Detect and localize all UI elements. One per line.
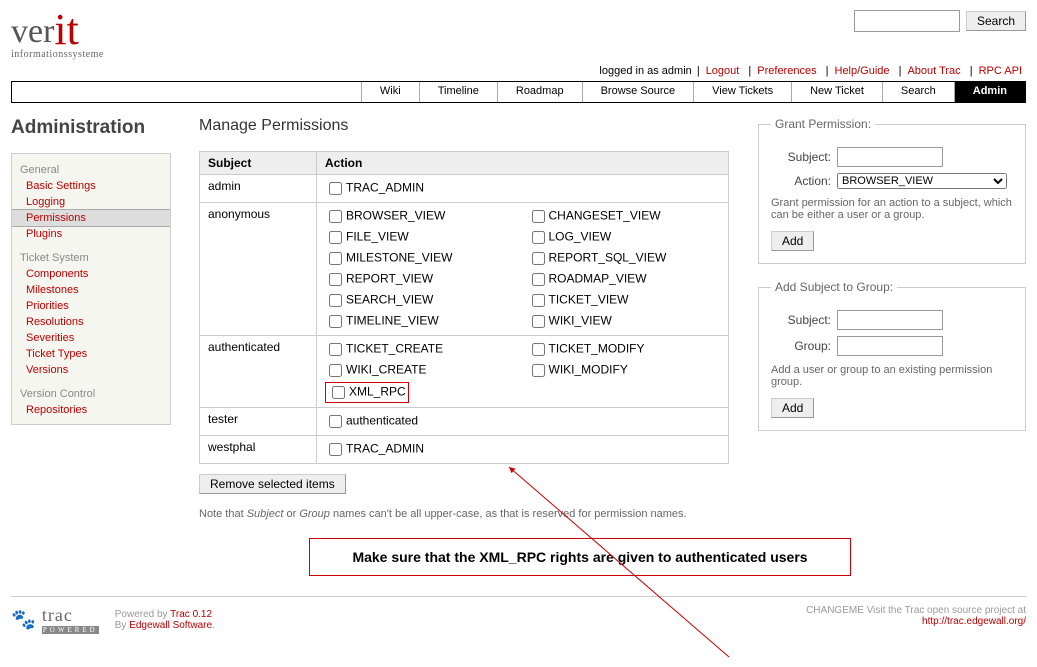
sidenav-priorities[interactable]: Priorities xyxy=(12,298,170,314)
group-subject-input[interactable] xyxy=(837,310,943,330)
perm-checkbox[interactable] xyxy=(532,343,545,356)
perm-checkbox[interactable] xyxy=(332,386,345,399)
perm-checkbox[interactable] xyxy=(329,182,342,195)
mainnav: WikiTimelineRoadmapBrowse SourceView Tic… xyxy=(11,81,1026,103)
nav-roadmap[interactable]: Roadmap xyxy=(497,82,582,102)
nav-browse-source[interactable]: Browse Source xyxy=(582,82,694,102)
sidenav-logging[interactable]: Logging xyxy=(12,194,170,210)
preferences-link[interactable]: Preferences xyxy=(757,65,816,77)
table-row: anonymousBROWSER_VIEWCHANGESET_VIEWFILE_… xyxy=(200,203,729,336)
perm-checkbox[interactable] xyxy=(532,294,545,307)
perm-checkbox[interactable] xyxy=(532,273,545,286)
sidenav-components[interactable]: Components xyxy=(12,266,170,282)
remove-selected-button[interactable]: Remove selected items xyxy=(199,474,346,494)
sidenav-permissions[interactable]: Permissions xyxy=(12,209,170,227)
sidenav-resolutions[interactable]: Resolutions xyxy=(12,314,170,330)
perm-checkbox[interactable] xyxy=(532,210,545,223)
nav-wiki[interactable]: Wiki xyxy=(361,82,419,102)
footer: 🐾 tracPOWERED Powered by Trac 0.12 By Ed… xyxy=(11,605,1026,634)
nav-admin[interactable]: Admin xyxy=(954,82,1025,102)
metanav: logged in as admin |Logout |Preferences … xyxy=(11,65,1026,77)
table-row: testerauthenticated xyxy=(200,408,729,436)
permissions-table: Subject Action adminTRAC_ADMINanonymousB… xyxy=(199,151,729,464)
trac-paw-icon: 🐾 xyxy=(11,610,36,630)
perm-checkbox[interactable] xyxy=(329,231,342,244)
perm-checkbox[interactable] xyxy=(329,252,342,265)
perm-checkbox[interactable] xyxy=(532,252,545,265)
table-row: authenticatedTICKET_CREATETICKET_MODIFYW… xyxy=(200,336,729,408)
logo: verit informationssysteme xyxy=(11,10,104,59)
perm-checkbox[interactable] xyxy=(532,364,545,377)
group-group-input[interactable] xyxy=(837,336,943,356)
nav-new-ticket[interactable]: New Ticket xyxy=(791,82,882,102)
sidenav: GeneralBasic SettingsLoggingPermissionsP… xyxy=(11,153,171,425)
perm-checkbox[interactable] xyxy=(329,294,342,307)
perm-checkbox[interactable] xyxy=(329,315,342,328)
page-title: Administration xyxy=(11,117,179,139)
grant-permission-panel: Grant Permission: Subject: Action: BROWS… xyxy=(758,117,1026,264)
grant-add-button[interactable]: Add xyxy=(771,231,814,251)
sidenav-severities[interactable]: Severities xyxy=(12,330,170,346)
note-text: Note that Subject or Group names can't b… xyxy=(199,508,729,520)
help-link[interactable]: Help/Guide xyxy=(835,65,890,77)
perm-checkbox[interactable] xyxy=(329,343,342,356)
annotation-callout: Make sure that the XML_RPC rights are gi… xyxy=(309,538,851,576)
search-input[interactable] xyxy=(854,10,960,32)
table-row: adminTRAC_ADMIN xyxy=(200,175,729,203)
perm-checkbox[interactable] xyxy=(532,315,545,328)
perm-checkbox[interactable] xyxy=(329,273,342,286)
search-button[interactable]: Search xyxy=(966,11,1026,31)
logout-link[interactable]: Logout xyxy=(706,65,740,77)
add-subject-to-group-panel: Add Subject to Group: Subject: Group: Ad… xyxy=(758,280,1026,431)
perm-checkbox[interactable] xyxy=(329,443,342,456)
about-link[interactable]: About Trac xyxy=(907,65,960,77)
table-row: westphalTRAC_ADMIN xyxy=(200,436,729,464)
sidenav-basic-settings[interactable]: Basic Settings xyxy=(12,178,170,194)
logged-in-text: logged in as admin xyxy=(599,65,691,77)
sidenav-versions[interactable]: Versions xyxy=(12,362,170,378)
sidenav-ticket-types[interactable]: Ticket Types xyxy=(12,346,170,362)
grant-subject-input[interactable] xyxy=(837,147,943,167)
perm-checkbox[interactable] xyxy=(329,415,342,428)
nav-search[interactable]: Search xyxy=(882,82,954,102)
perm-checkbox[interactable] xyxy=(329,210,342,223)
rpc-api-link[interactable]: RPC API xyxy=(979,65,1022,77)
group-add-button[interactable]: Add xyxy=(771,398,814,418)
sidenav-plugins[interactable]: Plugins xyxy=(12,226,170,242)
grant-action-select[interactable]: BROWSER_VIEW xyxy=(837,173,1007,189)
nav-view-tickets[interactable]: View Tickets xyxy=(693,82,791,102)
section-title: Manage Permissions xyxy=(199,117,738,135)
perm-checkbox[interactable] xyxy=(329,364,342,377)
perm-checkbox[interactable] xyxy=(532,231,545,244)
sidenav-repositories[interactable]: Repositories xyxy=(12,402,170,418)
sidenav-milestones[interactable]: Milestones xyxy=(12,282,170,298)
nav-timeline[interactable]: Timeline xyxy=(419,82,497,102)
